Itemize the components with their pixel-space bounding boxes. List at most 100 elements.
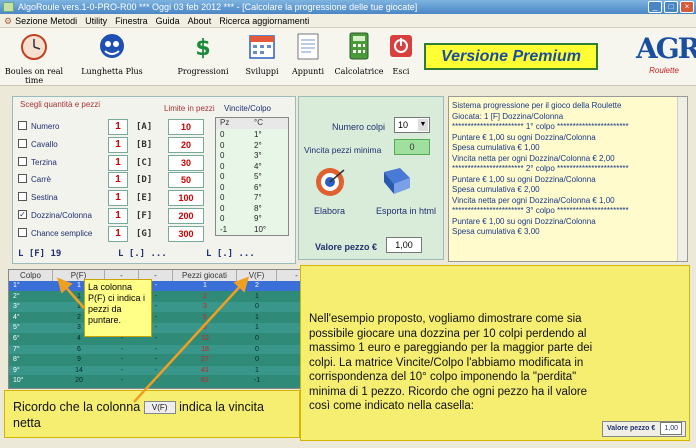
- selection-checkbox[interactable]: [18, 139, 27, 149]
- vincite-table: Pz °C 0 1° 0 2° 0 3° 0 4° 0 5° 0 6° 0 7° 0 8° 0 9° -1 10°: [215, 117, 289, 236]
- quantity-input[interactable]: 1: [108, 226, 128, 242]
- selection-checkbox[interactable]: [18, 121, 27, 131]
- quantity-input[interactable]: 1: [108, 190, 128, 206]
- progressioni-button[interactable]: $ Progressioni: [172, 31, 234, 76]
- vincite-pz-cell[interactable]: 0: [220, 182, 246, 193]
- vincite-colpo-cell: 4°: [254, 161, 262, 171]
- sviluppi-label: Sviluppi: [245, 67, 279, 76]
- vincite-pz-cell[interactable]: 0: [220, 171, 246, 182]
- vincite-pz-cell[interactable]: 0: [220, 203, 246, 214]
- limit-input[interactable]: 10: [168, 119, 204, 135]
- vincite-pz-cell[interactable]: 0: [220, 161, 246, 172]
- close-button[interactable]: ×: [680, 1, 694, 13]
- grid-vf-cell: 0: [255, 356, 259, 364]
- vincite-pz-cell[interactable]: 0: [220, 192, 246, 203]
- quantity-input[interactable]: 1: [108, 172, 128, 188]
- quantity-input[interactable]: 1: [108, 119, 128, 135]
- limit-input[interactable]: 20: [168, 137, 204, 153]
- clock-icon: [21, 34, 47, 60]
- esci-button[interactable]: Esci: [386, 31, 416, 76]
- appunti-label: Appunti: [291, 67, 325, 76]
- limit-input[interactable]: 100: [168, 190, 204, 206]
- selection-label: Sestina: [31, 193, 58, 202]
- valore-pezzo-label: Valore pezzo €: [315, 242, 378, 252]
- selection-checkbox[interactable]: [18, 157, 27, 167]
- bet-code: [E]: [136, 193, 153, 203]
- report-line: Vincita netta per ogni Dozzina/Colonna €…: [452, 153, 615, 163]
- window-title: AlgoRoule vers.1-0-PRO-R00 *** Oggi 03 f…: [18, 2, 418, 12]
- menu-about[interactable]: About: [188, 14, 212, 28]
- maximize-button[interactable]: □: [664, 1, 678, 13]
- limit-input[interactable]: 30: [168, 155, 204, 171]
- agr-logo: AGR Roulette: [636, 32, 696, 82]
- selection-group-label: Scegli quantità e pezzi: [20, 100, 101, 109]
- vincite-table-header: Pz °C: [216, 118, 288, 129]
- report-line: Puntare € 1,00 su ogni Dozzina/Colonna: [452, 216, 596, 226]
- report-scrollbar[interactable]: [677, 97, 687, 261]
- bet-code: [C]: [136, 158, 153, 168]
- lottery-icon: [100, 34, 124, 58]
- vincite-colpo-cell: 6°: [254, 182, 262, 192]
- vincite-pz-cell[interactable]: 0: [220, 129, 246, 140]
- menu-sezione-metodi[interactable]: Sezione Metodi: [15, 14, 77, 28]
- grid-dash-cell: -: [154, 377, 158, 385]
- elabora-label: Elabora: [314, 206, 346, 216]
- limit-input[interactable]: 50: [168, 172, 204, 188]
- sviluppi-button[interactable]: Sviluppi: [240, 31, 284, 76]
- esporta-button[interactable]: [380, 166, 414, 198]
- inset-value: 1,00: [660, 422, 683, 435]
- numero-colpi-select[interactable]: 10 ▼: [394, 117, 430, 133]
- valore-pezzo-input[interactable]: 1,00: [386, 237, 422, 253]
- lunghetta-button[interactable]: Lunghetta Plus: [78, 31, 146, 76]
- limit-input[interactable]: 300: [168, 226, 204, 242]
- exit-icon: [390, 35, 412, 57]
- quantity-input[interactable]: 1: [108, 208, 128, 224]
- report-panel: Sistema progressione per il gioco della …: [448, 96, 688, 262]
- grid-header-cell[interactable]: Colpo: [9, 270, 53, 281]
- target-icon: [316, 168, 345, 196]
- appunti-button[interactable]: Appunti: [288, 31, 328, 76]
- selection-checkbox[interactable]: [18, 192, 27, 202]
- vincite-colpo-cell: 1°: [254, 130, 262, 139]
- menu-guida[interactable]: Guida: [156, 14, 180, 28]
- selection-checkbox[interactable]: [18, 174, 27, 184]
- menu-utility[interactable]: Utility: [85, 14, 107, 28]
- grid-pezzi-cell: 41: [201, 366, 209, 374]
- svg-text:$: $: [195, 36, 210, 61]
- calcolatrice-button[interactable]: Calcolatrice: [334, 31, 384, 76]
- window-controls: _ □ ×: [646, 1, 694, 13]
- menu-ricerca[interactable]: Ricerca aggiornamenti: [219, 14, 309, 28]
- report-line: Spesa cumulativa € 2,00: [452, 185, 540, 194]
- vincite-colpo-cell: 10°: [254, 224, 267, 234]
- grid-colpo-cell: 8°: [13, 356, 20, 364]
- grid-vf-cell: 0: [255, 345, 259, 353]
- report-line: Puntare € 1,00 su ogni Dozzina/Colonna: [452, 174, 596, 184]
- report-line: Giocata: 1 [F] Dozzina/Colonna: [452, 111, 564, 121]
- menu-app-icon[interactable]: ⚙: [4, 14, 12, 28]
- logo-text: AGR: [636, 32, 696, 65]
- report-line: Vincita netta per ogni Dozzina/Colonna €…: [452, 195, 615, 205]
- quantity-input[interactable]: 1: [108, 155, 128, 171]
- main-note-text: Nell'esempio proposto, vogliamo dimostra…: [309, 313, 593, 412]
- menu-finestra[interactable]: Finestra: [115, 14, 148, 28]
- premium-banner[interactable]: Versione Premium: [424, 43, 598, 70]
- limit-input[interactable]: 200: [168, 208, 204, 224]
- vincite-pz-cell[interactable]: 0: [220, 150, 246, 161]
- grid-header-cell[interactable]: V(F): [237, 270, 277, 281]
- grid-header-cell[interactable]: Pezzi giocati: [173, 270, 237, 281]
- selection-row: Cavallo: [18, 138, 58, 152]
- progressioni-label: Progressioni: [177, 67, 229, 76]
- boules-button[interactable]: Boules on real time: [4, 31, 64, 85]
- elabora-button[interactable]: [314, 166, 346, 198]
- vincite-pz-cell[interactable]: -1: [220, 224, 246, 235]
- quantity-input[interactable]: 1: [108, 137, 128, 153]
- vincite-pz-cell[interactable]: 0: [220, 213, 246, 224]
- grid-vf-cell: 0: [255, 335, 259, 342]
- selection-checkbox[interactable]: ✓: [18, 210, 27, 220]
- vincita-input[interactable]: 0: [394, 139, 430, 155]
- selection-checkbox[interactable]: [18, 228, 27, 238]
- minimize-button[interactable]: _: [648, 1, 662, 13]
- vincite-pz-cell[interactable]: 0: [220, 140, 246, 151]
- grid-dash-cell: -: [120, 345, 124, 353]
- report-line: Spesa cumulativa € 1,00: [452, 143, 540, 152]
